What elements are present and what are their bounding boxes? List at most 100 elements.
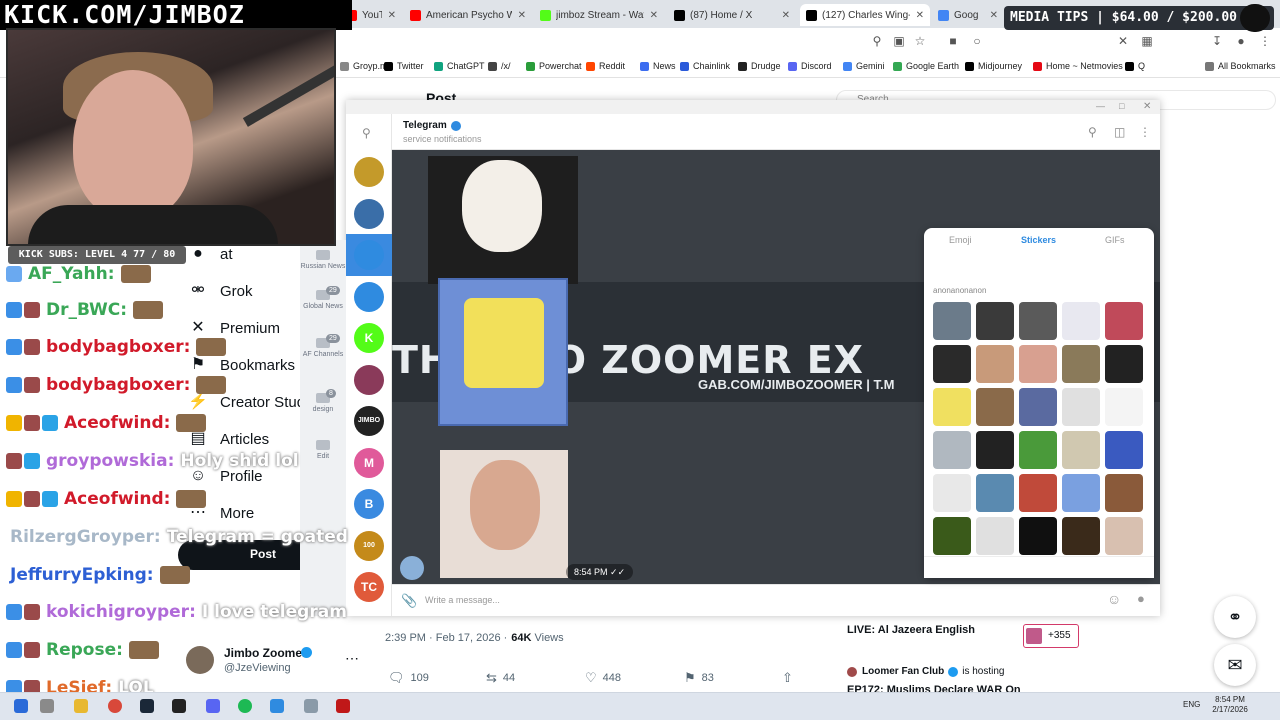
chat-username[interactable]: kokichigroyper:: [46, 602, 196, 622]
sticker[interactable]: [1062, 302, 1100, 340]
close-icon[interactable]: ✕: [910, 10, 924, 21]
chat-username[interactable]: Aceofwind:: [64, 489, 170, 509]
sticker[interactable]: [933, 474, 971, 512]
sticker[interactable]: [1019, 474, 1057, 512]
bear-filter-sticker[interactable]: [440, 450, 568, 578]
sticker[interactable]: [933, 517, 971, 555]
telegram-folder[interactable]: 29 AF Channels: [300, 334, 346, 359]
x-nav-item[interactable]: ⚮ Grok: [188, 281, 252, 301]
star-icon[interactable]: ☆: [913, 34, 927, 48]
bookmark-item[interactable]: Chainlink: [680, 61, 730, 71]
sticker[interactable]: [1062, 474, 1100, 512]
sticker[interactable]: [976, 431, 1014, 469]
maximize-icon[interactable]: □: [1119, 101, 1124, 111]
sticker-tab[interactable]: Emoji: [949, 235, 972, 245]
sticker[interactable]: [1019, 431, 1057, 469]
start-icon[interactable]: [14, 699, 28, 713]
chat-username[interactable]: Dr_BWC:: [46, 300, 127, 320]
sidebar-toggle-icon[interactable]: ◫: [1114, 125, 1125, 139]
sticker[interactable]: [1105, 302, 1143, 340]
profile-icon[interactable]: ●: [1234, 34, 1248, 48]
sticker[interactable]: [933, 388, 971, 426]
chat-username[interactable]: bodybagboxer:: [46, 337, 190, 357]
emoji-icon[interactable]: ☺: [1107, 591, 1121, 607]
browser-tab[interactable]: (87) Home / X ✕: [668, 4, 796, 26]
bookmark-item[interactable]: Home ~ Netmovies: [1033, 61, 1123, 71]
app-icon[interactable]: [172, 699, 186, 713]
sticker[interactable]: [976, 345, 1014, 383]
x-nav-item[interactable]: ⚑ Bookmarks: [188, 355, 295, 375]
close-icon[interactable]: ✕: [984, 10, 998, 21]
search-icon[interactable]: ⚲: [362, 126, 371, 140]
close-icon[interactable]: ✕: [1143, 101, 1151, 112]
bookmark-item[interactable]: Discord: [788, 61, 832, 71]
sticker[interactable]: [1062, 388, 1100, 426]
x-nav-item[interactable]: ● at: [188, 244, 232, 264]
chat-avatar[interactable]: [354, 240, 384, 270]
x-extension-icon[interactable]: ✕: [1116, 34, 1130, 48]
steam-icon[interactable]: [140, 699, 154, 713]
chat-avatar[interactable]: [354, 198, 384, 229]
account-avatar[interactable]: [186, 646, 214, 674]
bookmark-item[interactable]: Midjourney: [965, 61, 1022, 71]
browser-tab[interactable]: American Psycho Was a✕: [404, 4, 532, 26]
language-indicator[interactable]: ENG: [1183, 700, 1200, 709]
bookmark-item[interactable]: Google Earth: [893, 61, 959, 71]
chat-avatar[interactable]: [354, 364, 384, 395]
bookmark-item[interactable]: Drudge: [738, 61, 781, 71]
x-nav-item[interactable]: ⚡ Creator Stud: [188, 392, 305, 412]
live-label[interactable]: LIVE: Al Jazeera English: [847, 624, 975, 636]
microphone-icon[interactable]: ●: [1137, 591, 1145, 606]
app-icon[interactable]: [336, 699, 350, 713]
file-explorer-icon[interactable]: [74, 699, 88, 713]
chat-username[interactable]: groypowskia:: [46, 451, 174, 471]
sticker[interactable]: [1062, 517, 1100, 555]
telegram-folder[interactable]: Edit: [300, 440, 346, 461]
sticker[interactable]: [976, 388, 1014, 426]
close-icon[interactable]: ✕: [776, 10, 790, 21]
browser-tab[interactable]: jimboz Stream - Watch✕: [534, 4, 664, 26]
close-icon[interactable]: ✕: [644, 10, 658, 21]
chat-avatar[interactable]: JIMBO: [354, 406, 384, 436]
chat-username[interactable]: bodybagboxer:: [46, 375, 190, 395]
bookmark-item[interactable]: Q: [1125, 61, 1145, 71]
chat-avatar[interactable]: B: [354, 489, 384, 519]
chat-avatar[interactable]: [354, 157, 384, 187]
messages-fab-button[interactable]: ✉: [1214, 644, 1256, 686]
sticker[interactable]: [1105, 388, 1143, 426]
bookmark-item[interactable]: Reddit: [586, 61, 625, 71]
spongebob-sticker[interactable]: [438, 278, 568, 426]
bookmark-item[interactable]: Twitter: [384, 61, 424, 71]
chat-avatar[interactable]: M: [354, 447, 384, 478]
chat-avatar[interactable]: TC: [354, 572, 384, 602]
bookmark-item[interactable]: Powerchat: [526, 61, 582, 71]
telegram-icon[interactable]: [270, 699, 284, 713]
sticker[interactable]: [933, 345, 971, 383]
bookmark-item[interactable]: Gemini: [843, 61, 885, 71]
sticker[interactable]: [1062, 431, 1100, 469]
sticker[interactable]: [1019, 517, 1057, 555]
sticker[interactable]: [1105, 345, 1143, 383]
message-input[interactable]: Write a message...: [425, 595, 1085, 605]
bookmark-item[interactable]: ChatGPT: [434, 61, 485, 71]
close-icon[interactable]: ✕: [382, 10, 396, 21]
sticker[interactable]: [1105, 431, 1143, 469]
chat-username[interactable]: AF_Yahh:: [28, 264, 115, 284]
space-host-row[interactable]: Loomer Fan Club is hosting: [847, 666, 1004, 677]
sticker[interactable]: [976, 517, 1014, 555]
chat-avatar[interactable]: [354, 281, 384, 312]
clock[interactable]: 8:54 PM 2/17/2026: [1204, 695, 1256, 715]
telegram-folder[interactable]: Russian News: [300, 250, 346, 271]
chat-username[interactable]: JeffurryEpking:: [10, 565, 154, 585]
menu-icon[interactable]: ⋮: [1258, 34, 1272, 48]
x-nav-item[interactable]: ✕ Premium: [188, 318, 280, 338]
sender-avatar[interactable]: [400, 556, 424, 580]
chat-title-row[interactable]: Telegram: [403, 120, 461, 131]
chat-avatar[interactable]: K: [354, 323, 384, 353]
download-icon[interactable]: ↧: [1210, 34, 1224, 48]
reply-stat[interactable]: 🗨 109: [388, 670, 429, 686]
close-icon[interactable]: ✕: [512, 10, 526, 21]
spotify-icon[interactable]: [238, 699, 252, 713]
chat-username[interactable]: Aceofwind:: [64, 413, 170, 433]
telegram-folder[interactable]: 8 design: [300, 389, 346, 414]
